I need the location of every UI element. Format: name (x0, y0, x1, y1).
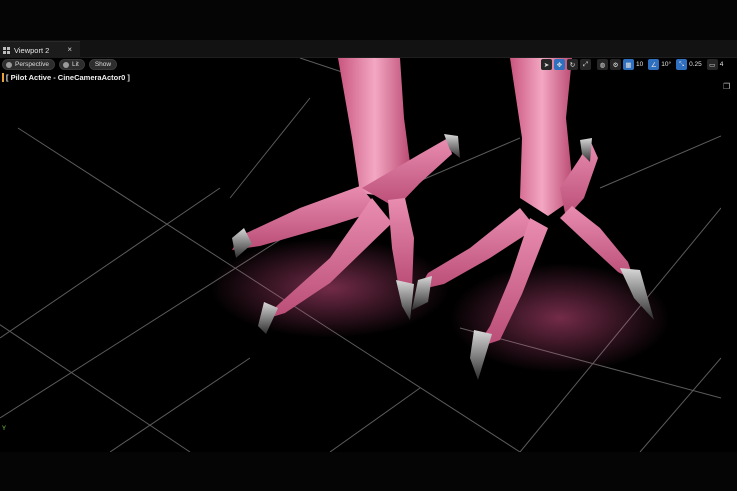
rotation-snap-value[interactable]: 10° (661, 61, 671, 68)
viewport-toolbar-left: Perspective Lit Show (2, 59, 118, 70)
scale-snap-icon[interactable]: ⤡ (676, 59, 688, 70)
axis-gizmo: Y (2, 426, 6, 432)
camera-speed-icon[interactable]: ▭ (706, 59, 718, 70)
perspective-label: Perspective (15, 61, 49, 68)
close-icon[interactable]: × (67, 45, 72, 54)
letterbox-top (0, 0, 737, 40)
viewport-tab-bar: Viewport 2 × — ❐ (0, 40, 737, 91)
maximize-button[interactable]: ❐ (723, 82, 730, 91)
show-label: Show (94, 61, 112, 68)
camera-speed-value[interactable]: 4 (720, 61, 724, 68)
show-button[interactable]: Show (88, 59, 118, 70)
pilot-label: [ Pilot Active - CineCameraActor0 ] (6, 73, 130, 82)
tab-title: Viewport 2 (14, 45, 50, 55)
viewport-canvas[interactable] (0, 58, 721, 452)
scene-render (0, 58, 721, 452)
axis-y-label: Y (2, 426, 7, 432)
perspective-icon (6, 61, 12, 68)
grid-snap-icon[interactable]: ▦ (623, 59, 634, 70)
letterbox-bottom (0, 452, 737, 491)
pilot-marker (2, 73, 4, 82)
translate-icon[interactable]: ✥ (554, 59, 565, 70)
scale-snap-value[interactable]: 0.25 (689, 61, 702, 68)
scale-icon[interactable]: ⤢ (580, 59, 591, 70)
grid-snap-value[interactable]: 10 (636, 61, 643, 68)
rotate-icon[interactable]: ↻ (567, 59, 578, 70)
tab-viewport-2[interactable]: Viewport 2 × (0, 41, 80, 58)
select-icon[interactable]: ➤ (541, 59, 552, 70)
surface-snap-icon[interactable]: ⚙ (610, 59, 621, 70)
viewport-grid-icon (3, 46, 10, 54)
viewport-toolbar-right: ➤ ✥ ↻ ⤢ ◍ ⚙ ▦ 10 ∠ 10° ⤡ 0.25 ▭ 4 (541, 59, 737, 70)
rotation-snap-icon[interactable]: ∠ (648, 59, 660, 70)
lit-label: Lit (71, 61, 79, 68)
lit-icon (62, 61, 69, 68)
lit-button[interactable]: Lit (58, 59, 85, 70)
coordinate-system-icon[interactable]: ◍ (597, 59, 608, 70)
pilot-indicator: [ Pilot Active - CineCameraActor0 ] (2, 73, 130, 82)
perspective-button[interactable]: Perspective (2, 59, 55, 70)
